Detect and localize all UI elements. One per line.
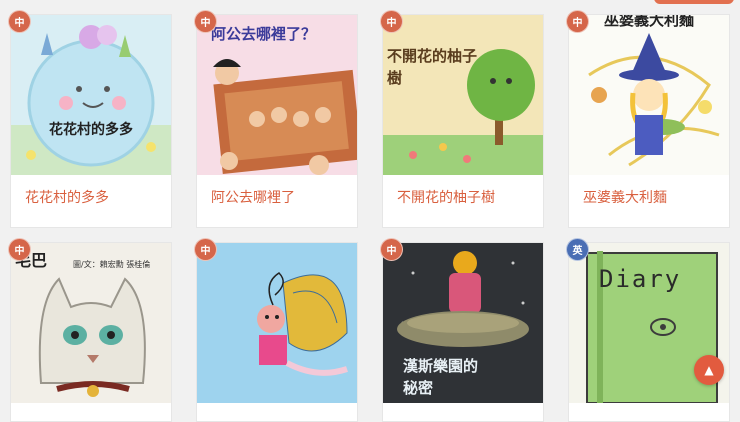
cover-illustration bbox=[11, 15, 171, 175]
book-cover: 不開花的柚子樹 bbox=[383, 15, 543, 175]
book-card[interactable]: 中 花花村的多多 花花村的多多 bbox=[8, 10, 172, 228]
book-grid-row-2: 中 毛巴 圖/文：賴宏勳 張桂倫 中 中 漢斯樂園的秘密 英 Diary bbox=[8, 238, 734, 422]
book-title[interactable] bbox=[383, 403, 543, 415]
language-badge: 中 bbox=[566, 10, 589, 33]
cover-title-text: 巫婆義大利麵 bbox=[603, 15, 694, 29]
book-title[interactable] bbox=[11, 403, 171, 415]
cover-title-text: Diary bbox=[599, 265, 682, 293]
book-cover bbox=[197, 243, 357, 403]
book-cover: 巫婆義大利麵 bbox=[569, 15, 729, 175]
book-card[interactable]: 中 不開花的柚子樹 不開花的柚子樹 bbox=[380, 10, 544, 228]
book-cover: 漢斯樂園的秘密 bbox=[383, 243, 543, 403]
book-title[interactable] bbox=[197, 403, 357, 415]
book-card[interactable]: 中 毛巴 圖/文：賴宏勳 張桂倫 bbox=[8, 238, 172, 422]
book-card[interactable]: 中 阿公去哪裡了？ 阿公去哪裡了 bbox=[194, 10, 358, 228]
cover-illustration bbox=[569, 15, 729, 175]
book-title[interactable]: 不開花的柚子樹 bbox=[383, 175, 543, 207]
language-badge: 中 bbox=[8, 10, 31, 33]
cover-subtitle-text: 圖/文：賴宏勳 張桂倫 bbox=[73, 260, 151, 269]
book-grid: 中 花花村的多多 花花村的多多 中 阿公去哪裡了？ 阿公去哪裡了 中 不開花的柚… bbox=[8, 10, 734, 228]
book-cover: 毛巴 圖/文：賴宏勳 張桂倫 bbox=[11, 243, 171, 403]
book-card[interactable]: 英 Diary bbox=[566, 238, 730, 422]
book-title[interactable]: 阿公去哪裡了 bbox=[197, 175, 357, 207]
book-cover: 花花村的多多 bbox=[11, 15, 171, 175]
book-title[interactable]: 巫婆義大利麵 bbox=[569, 175, 729, 207]
top-tab-decoration bbox=[654, 0, 734, 4]
cover-title-text: 花花村的多多 bbox=[49, 122, 133, 138]
book-card[interactable]: 中 bbox=[194, 238, 358, 422]
arrow-up-icon: ▲ bbox=[704, 363, 714, 377]
book-cover: 阿公去哪裡了？ bbox=[197, 15, 357, 175]
language-badge: 中 bbox=[194, 238, 217, 261]
language-badge: 中 bbox=[380, 10, 403, 33]
cover-title-text: 漢斯樂園的秘密 bbox=[403, 357, 479, 397]
book-title[interactable] bbox=[569, 403, 729, 415]
cover-title-text: 阿公去哪裡了？ bbox=[211, 25, 317, 43]
language-badge: 中 bbox=[8, 238, 31, 261]
cover-illustration bbox=[383, 15, 543, 175]
language-badge: 中 bbox=[380, 238, 403, 261]
scroll-to-top-button[interactable]: ▲ bbox=[694, 355, 724, 385]
book-card[interactable]: 中 漢斯樂園的秘密 bbox=[380, 238, 544, 422]
cover-illustration bbox=[197, 243, 357, 403]
book-title[interactable]: 花花村的多多 bbox=[11, 175, 171, 207]
book-card[interactable]: 中 巫婆義大利麵 巫婆義大利麵 bbox=[566, 10, 730, 228]
language-badge: 英 bbox=[566, 238, 589, 261]
cover-title-text: 不開花的柚子樹 bbox=[387, 47, 478, 87]
language-badge: 中 bbox=[194, 10, 217, 33]
